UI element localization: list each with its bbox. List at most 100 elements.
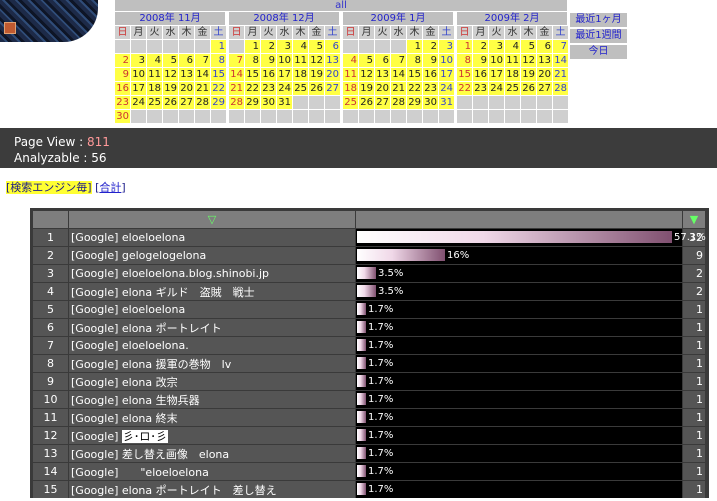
calendar-day[interactable]: 14 [553,54,568,67]
last-month-link[interactable]: 最近1ヶ月 [570,13,627,27]
calendar-day[interactable]: 11 [293,54,308,67]
calendar-day[interactable]: 4 [147,54,162,67]
calendar-day[interactable]: 17 [277,68,292,81]
calendar-day[interactable]: 28 [229,96,244,109]
calendar-day[interactable]: 25 [343,96,358,109]
calendar-day[interactable]: 14 [195,68,210,81]
calendar-day[interactable]: 13 [375,68,390,81]
calendar-day[interactable]: 5 [163,54,178,67]
all-period-link[interactable]: all [115,0,567,11]
calendar-day[interactable]: 24 [439,82,454,95]
calendar-day[interactable]: 6 [375,54,390,67]
calendar-day[interactable]: 19 [309,68,324,81]
calendar-day[interactable]: 21 [229,82,244,95]
calendar-day[interactable]: 16 [115,82,130,95]
calendar-day[interactable]: 30 [423,96,438,109]
calendar-day[interactable]: 7 [553,40,568,53]
calendar-day[interactable]: 20 [325,68,340,81]
calendar-day[interactable]: 8 [457,54,472,67]
calendar-day[interactable]: 20 [537,68,552,81]
calendar-day[interactable]: 18 [293,68,308,81]
calendar-day[interactable]: 16 [423,68,438,81]
calendar-day[interactable]: 19 [163,82,178,95]
calendar-day[interactable]: 21 [391,82,406,95]
calendar-day[interactable]: 11 [505,54,520,67]
calendar-day[interactable]: 13 [179,68,194,81]
calendar-day[interactable]: 28 [391,96,406,109]
calendar-day[interactable]: 9 [115,68,130,81]
calendar-day[interactable]: 1 [211,40,226,53]
calendar-day[interactable]: 27 [375,96,390,109]
calendar-day[interactable]: 26 [309,82,324,95]
calendar-month-title[interactable]: 2009年 2月 [457,12,567,25]
calendar-day[interactable]: 6 [325,40,340,53]
calendar-day[interactable]: 8 [407,54,422,67]
sort-count-button[interactable]: ▼ [683,211,705,228]
calendar-day[interactable]: 12 [163,68,178,81]
calendar-day[interactable]: 22 [457,82,472,95]
calendar-day[interactable]: 29 [211,96,226,109]
calendar-day[interactable]: 18 [147,82,162,95]
calendar-day[interactable]: 8 [245,54,260,67]
calendar-day[interactable]: 30 [261,96,276,109]
calendar-day[interactable]: 19 [359,82,374,95]
calendar-day[interactable]: 24 [277,82,292,95]
calendar-day[interactable]: 3 [277,40,292,53]
calendar-day[interactable]: 11 [147,68,162,81]
calendar-day[interactable]: 18 [505,68,520,81]
calendar-day[interactable]: 26 [521,82,536,95]
calendar-day[interactable]: 2 [261,40,276,53]
calendar-day[interactable]: 9 [473,54,488,67]
calendar-day[interactable]: 21 [553,68,568,81]
calendar-day[interactable]: 14 [229,68,244,81]
calendar-day[interactable]: 30 [115,110,130,123]
calendar-day[interactable]: 1 [245,40,260,53]
calendar-day[interactable]: 14 [391,68,406,81]
calendar-day[interactable]: 20 [179,82,194,95]
calendar-day[interactable]: 1 [407,40,422,53]
calendar-day[interactable]: 5 [309,40,324,53]
calendar-day[interactable]: 15 [407,68,422,81]
calendar-day[interactable]: 19 [521,68,536,81]
calendar-day[interactable]: 31 [439,96,454,109]
calendar-day[interactable]: 7 [229,54,244,67]
calendar-day[interactable]: 9 [261,54,276,67]
calendar-day[interactable]: 4 [293,40,308,53]
calendar-day[interactable]: 7 [195,54,210,67]
today-link[interactable]: 今日 [570,45,627,59]
calendar-day[interactable]: 6 [179,54,194,67]
calendar-day[interactable]: 25 [147,96,162,109]
calendar-day[interactable]: 17 [439,68,454,81]
calendar-day[interactable]: 15 [245,68,260,81]
calendar-day[interactable]: 28 [195,96,210,109]
calendar-day[interactable]: 25 [293,82,308,95]
calendar-day[interactable]: 28 [553,82,568,95]
calendar-day[interactable]: 13 [325,54,340,67]
calendar-day[interactable]: 27 [325,82,340,95]
calendar-day[interactable]: 27 [537,82,552,95]
calendar-day[interactable]: 16 [261,68,276,81]
calendar-day[interactable]: 5 [359,54,374,67]
calendar-day[interactable]: 12 [521,54,536,67]
calendar-day[interactable]: 6 [537,40,552,53]
calendar-day[interactable]: 13 [537,54,552,67]
mode-per-engine[interactable]: [検索エンジン毎] [6,181,92,194]
calendar-day[interactable]: 24 [131,96,146,109]
calendar-day[interactable]: 18 [343,82,358,95]
calendar-day[interactable]: 7 [391,54,406,67]
calendar-month-title[interactable]: 2008年 12月 [229,12,339,25]
calendar-day[interactable]: 29 [407,96,422,109]
calendar-day[interactable]: 17 [131,82,146,95]
calendar-day[interactable]: 3 [489,40,504,53]
calendar-day[interactable]: 2 [423,40,438,53]
calendar-day[interactable]: 22 [245,82,260,95]
calendar-month-title[interactable]: 2008年 11月 [115,12,225,25]
calendar-day[interactable]: 26 [163,96,178,109]
calendar-day[interactable]: 10 [439,54,454,67]
calendar-day[interactable]: 12 [309,54,324,67]
calendar-day[interactable]: 10 [277,54,292,67]
calendar-day[interactable]: 1 [457,40,472,53]
calendar-day[interactable]: 25 [505,82,520,95]
calendar-day[interactable]: 29 [245,96,260,109]
calendar-day[interactable]: 16 [473,68,488,81]
